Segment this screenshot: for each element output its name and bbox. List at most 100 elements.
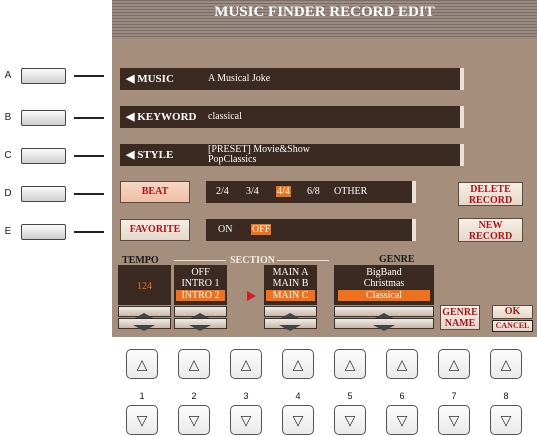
side-button-label-d: D bbox=[4, 188, 12, 199]
section-left-up-button[interactable] bbox=[174, 306, 227, 319]
delete-record-button[interactable]: DELETE RECORD bbox=[458, 182, 523, 206]
up-button-4[interactable]: △ bbox=[282, 349, 314, 379]
beat-option-6-8[interactable]: 6/8 bbox=[307, 186, 320, 197]
style-label-button[interactable]: ◀ STYLE bbox=[120, 144, 208, 166]
delete-record-line2: RECORD bbox=[468, 195, 513, 206]
genre-name-button[interactable]: GENRE NAME bbox=[440, 305, 480, 330]
genre-name-line2: NAME bbox=[444, 318, 476, 329]
tempo-display: 124 bbox=[118, 265, 171, 305]
up-button-1[interactable]: △ bbox=[126, 349, 158, 379]
section-option-intro-2[interactable]: INTRO 2 bbox=[176, 290, 225, 301]
keyword-label-button[interactable]: ◀ KEYWORD bbox=[120, 106, 208, 128]
button-number-5: 5 bbox=[347, 391, 353, 401]
down-button-6[interactable]: ▽ bbox=[386, 405, 418, 435]
section-option-off[interactable]: OFF bbox=[174, 267, 227, 278]
left-arrow-icon: ◀ bbox=[126, 149, 138, 161]
up-button-7[interactable]: △ bbox=[438, 349, 470, 379]
left-arrow-icon: ◀ bbox=[126, 111, 138, 123]
button-number-7: 7 bbox=[451, 391, 457, 401]
beat-option-3-4[interactable]: 3/4 bbox=[246, 186, 259, 197]
down-arrow-icon bbox=[373, 325, 395, 331]
section-right-up-button[interactable] bbox=[264, 306, 317, 319]
favorite-option-off[interactable]: OFF bbox=[251, 224, 272, 235]
new-record-line1: NEW bbox=[478, 220, 503, 231]
delete-record-line1: DELETE bbox=[470, 184, 511, 195]
section-option-intro-1[interactable]: INTRO 1 bbox=[174, 278, 227, 289]
side-button-d[interactable] bbox=[21, 186, 66, 202]
button-number-6: 6 bbox=[399, 391, 405, 401]
side-button-label-b: B bbox=[4, 112, 12, 123]
down-button-3[interactable]: ▽ bbox=[230, 405, 262, 435]
genre-up-button[interactable] bbox=[334, 306, 434, 319]
music-label-button[interactable]: ◀ MUSIC bbox=[120, 68, 208, 90]
side-button-line-b bbox=[74, 117, 104, 119]
beat-option-4-4[interactable]: 4/4 bbox=[276, 186, 291, 197]
beat-option-other[interactable]: OTHER bbox=[334, 186, 367, 197]
up-button-6[interactable]: △ bbox=[386, 349, 418, 379]
new-record-button[interactable]: NEW RECORD bbox=[458, 218, 523, 242]
button-number-3: 3 bbox=[243, 391, 249, 401]
keyword-value-field[interactable]: classical bbox=[198, 106, 464, 128]
down-button-4[interactable]: ▽ bbox=[282, 405, 314, 435]
section-divider-right bbox=[277, 260, 329, 261]
side-button-line-c bbox=[74, 155, 104, 157]
style-value-field[interactable]: [PRESET] Movie&Show PopClassics bbox=[198, 144, 464, 166]
beat-button[interactable]: BEAT bbox=[120, 181, 190, 203]
new-record-line2: RECORD bbox=[468, 231, 513, 242]
side-button-label-c: C bbox=[4, 150, 12, 161]
lcd-screen: MUSIC FINDER RECORD EDIT ◀ MUSIC A Music… bbox=[112, 0, 537, 337]
genre-option-classical[interactable]: Classical bbox=[338, 290, 430, 301]
section-right-down-button[interactable] bbox=[264, 318, 317, 331]
section-intro-list: OFF INTRO 1 INTRO 2 bbox=[174, 265, 227, 305]
button-number-4: 4 bbox=[295, 391, 301, 401]
ok-button[interactable]: OK bbox=[492, 305, 533, 319]
down-arrow-icon bbox=[279, 325, 301, 331]
favorite-options: ON OFF bbox=[206, 219, 416, 241]
side-button-line-a bbox=[74, 75, 104, 77]
side-button-c[interactable] bbox=[21, 148, 66, 164]
style-value-line2: PopClassics bbox=[208, 154, 257, 165]
music-value-field[interactable]: A Musical Joke bbox=[198, 68, 464, 90]
screen-title: MUSIC FINDER RECORD EDIT bbox=[112, 0, 537, 39]
down-button-5[interactable]: ▽ bbox=[334, 405, 366, 435]
down-button-1[interactable]: ▽ bbox=[126, 405, 158, 435]
up-button-8[interactable]: △ bbox=[490, 349, 522, 379]
tempo-value: 124 bbox=[137, 281, 152, 292]
genre-option-bigband[interactable]: BigBand bbox=[334, 267, 434, 278]
down-button-2[interactable]: ▽ bbox=[178, 405, 210, 435]
up-button-5[interactable]: △ bbox=[334, 349, 366, 379]
genre-option-christmas[interactable]: Christmas bbox=[334, 278, 434, 289]
section-divider-left bbox=[174, 260, 226, 261]
music-label: MUSIC bbox=[137, 73, 174, 85]
section-option-main-b[interactable]: MAIN B bbox=[264, 278, 317, 289]
side-button-line-d bbox=[74, 193, 104, 195]
style-label: STYLE bbox=[137, 149, 174, 161]
left-arrow-icon: ◀ bbox=[126, 73, 138, 85]
genre-down-button[interactable] bbox=[334, 318, 434, 331]
side-button-a[interactable] bbox=[21, 68, 66, 84]
tempo-up-button[interactable] bbox=[118, 306, 171, 319]
side-button-label-a: A bbox=[4, 70, 12, 81]
button-number-2: 2 bbox=[191, 391, 197, 401]
down-button-8[interactable]: ▽ bbox=[490, 405, 522, 435]
right-arrow-icon bbox=[247, 291, 256, 301]
cancel-button[interactable]: CANCEL bbox=[492, 320, 533, 332]
section-left-down-button[interactable] bbox=[174, 318, 227, 331]
side-button-line-e bbox=[74, 231, 104, 233]
section-option-main-a[interactable]: MAIN A bbox=[264, 267, 317, 278]
section-main-list: MAIN A MAIN B MAIN C bbox=[264, 265, 317, 305]
favorite-button[interactable]: FAVORITE bbox=[120, 219, 190, 241]
side-button-e[interactable] bbox=[21, 224, 66, 240]
tempo-down-button[interactable] bbox=[118, 318, 171, 331]
up-button-3[interactable]: △ bbox=[230, 349, 262, 379]
button-number-1: 1 bbox=[139, 391, 145, 401]
down-button-7[interactable]: ▽ bbox=[438, 405, 470, 435]
up-button-2[interactable]: △ bbox=[178, 349, 210, 379]
favorite-option-on[interactable]: ON bbox=[218, 224, 232, 235]
beat-option-2-4[interactable]: 2/4 bbox=[216, 186, 229, 197]
section-option-main-c[interactable]: MAIN C bbox=[266, 290, 315, 301]
genre-header: GENRE bbox=[379, 254, 415, 265]
beat-options: 2/4 3/4 4/4 6/8 OTHER bbox=[206, 181, 416, 203]
down-arrow-icon bbox=[133, 325, 155, 331]
side-button-b[interactable] bbox=[21, 110, 66, 126]
